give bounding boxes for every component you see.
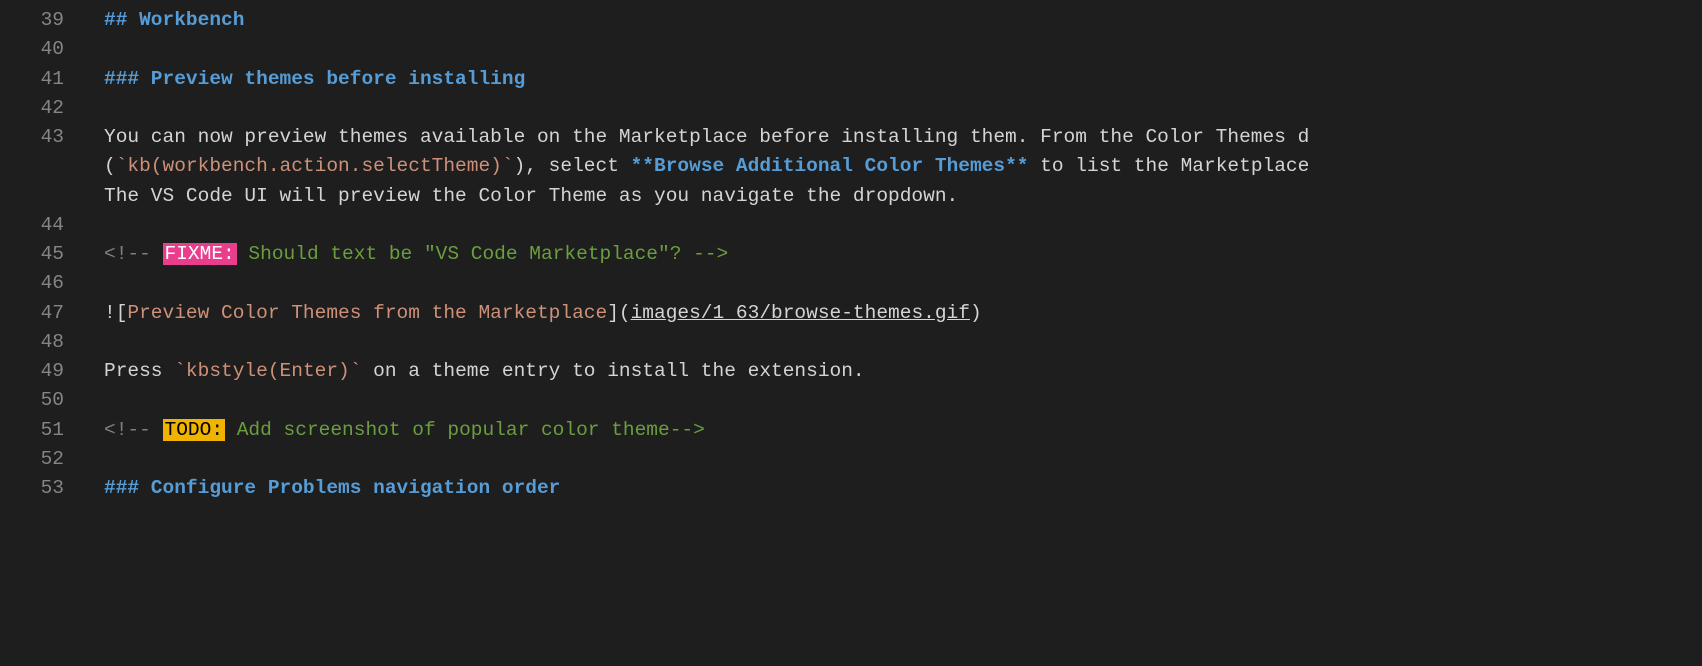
- code-line[interactable]: 39 ## Workbench: [0, 6, 1702, 35]
- code-line[interactable]: 48: [0, 328, 1702, 357]
- bold-marker: **: [631, 155, 654, 177]
- code-line[interactable]: 43 You can now preview themes available …: [0, 123, 1702, 152]
- code-content[interactable]: <!-- TODO: Add screenshot of popular col…: [74, 416, 1702, 445]
- comment-text: Should text be "VS Code Marketplace"? --…: [237, 243, 728, 265]
- code-content[interactable]: ![Preview Color Themes from the Marketpl…: [74, 299, 1702, 328]
- heading-text: ### Preview themes before installing: [104, 68, 525, 90]
- line-number: 52: [0, 445, 68, 474]
- text: You can now preview themes available on …: [104, 126, 1309, 148]
- code-content[interactable]: The VS Code UI will preview the Color Th…: [74, 182, 1702, 211]
- line-number: 46: [0, 269, 68, 298]
- text: to list the Marketplace: [1028, 155, 1309, 177]
- img-alt: Preview Color Themes from the Marketplac…: [127, 302, 607, 324]
- code-content[interactable]: ### Configure Problems navigation order: [74, 474, 1702, 503]
- code-content[interactable]: [74, 445, 1702, 474]
- heading-text: ## Workbench: [104, 9, 244, 31]
- img-bang: !: [104, 302, 116, 324]
- code-line[interactable]: 51 <!-- TODO: Add screenshot of popular …: [0, 416, 1702, 445]
- line-number: 47: [0, 299, 68, 328]
- line-number: 44: [0, 211, 68, 240]
- line-number: 50: [0, 386, 68, 415]
- code-content[interactable]: (`kb(workbench.action.selectTheme)`), se…: [74, 152, 1702, 181]
- line-number: 51: [0, 416, 68, 445]
- fixme-tag: FIXME:: [163, 243, 237, 265]
- todo-tag: TODO:: [163, 419, 226, 441]
- code-content[interactable]: <!-- FIXME: Should text be "VS Code Mark…: [74, 240, 1702, 269]
- heading-text: ### Configure Problems navigation order: [104, 477, 560, 499]
- code-content[interactable]: [74, 328, 1702, 357]
- text: Press: [104, 360, 174, 382]
- code-line[interactable]: 44: [0, 211, 1702, 240]
- code-content[interactable]: [74, 94, 1702, 123]
- code-line-wrap[interactable]: (`kb(workbench.action.selectTheme)`), se…: [0, 152, 1702, 181]
- line-number: 41: [0, 65, 68, 94]
- code-line[interactable]: 47 ![Preview Color Themes from the Marke…: [0, 299, 1702, 328]
- img-url[interactable]: images/1_63/browse-themes.gif: [631, 302, 970, 324]
- code-line[interactable]: 45 <!-- FIXME: Should text be "VS Code M…: [0, 240, 1702, 269]
- code-line[interactable]: 53 ### Configure Problems navigation ord…: [0, 474, 1702, 503]
- code-line[interactable]: 42: [0, 94, 1702, 123]
- code-content[interactable]: Press `kbstyle(Enter)` on a theme entry …: [74, 357, 1702, 386]
- line-number: 43: [0, 123, 68, 152]
- text: The VS Code UI will preview the Color Th…: [104, 185, 958, 207]
- line-number: 40: [0, 35, 68, 64]
- text: on a theme entry to install the extensio…: [361, 360, 864, 382]
- text: ), select: [514, 155, 631, 177]
- code-line[interactable]: 52: [0, 445, 1702, 474]
- comment-open: <!--: [104, 419, 163, 441]
- text: (: [104, 155, 116, 177]
- code-content[interactable]: [74, 269, 1702, 298]
- code-line[interactable]: 49 Press `kbstyle(Enter)` on a theme ent…: [0, 357, 1702, 386]
- code-content[interactable]: [74, 386, 1702, 415]
- code-line-wrap[interactable]: The VS Code UI will preview the Color Th…: [0, 182, 1702, 211]
- line-number: 45: [0, 240, 68, 269]
- comment-text: Add screenshot of popular color theme-->: [225, 419, 705, 441]
- code-content[interactable]: ### Preview themes before installing: [74, 65, 1702, 94]
- code-content[interactable]: [74, 35, 1702, 64]
- code-editor[interactable]: 39 ## Workbench 40 41 ### Preview themes…: [0, 0, 1702, 503]
- paren: (: [619, 302, 631, 324]
- bold-text: Browse Additional Color Themes: [654, 155, 1005, 177]
- code-content[interactable]: [74, 211, 1702, 240]
- code-content[interactable]: You can now preview themes available on …: [74, 123, 1702, 152]
- comment-open: <!--: [104, 243, 163, 265]
- inline-code: `kbstyle(Enter)`: [174, 360, 361, 382]
- inline-code: `kb(workbench.action.selectTheme)`: [116, 155, 514, 177]
- code-line[interactable]: 46: [0, 269, 1702, 298]
- bracket: [: [116, 302, 128, 324]
- bracket: ]: [607, 302, 619, 324]
- code-line[interactable]: 40: [0, 35, 1702, 64]
- code-line[interactable]: 41 ### Preview themes before installing: [0, 65, 1702, 94]
- code-content[interactable]: ## Workbench: [74, 6, 1702, 35]
- paren: ): [970, 302, 982, 324]
- bold-marker: **: [1005, 155, 1028, 177]
- line-number: 39: [0, 6, 68, 35]
- line-number: 53: [0, 474, 68, 503]
- line-number: 42: [0, 94, 68, 123]
- line-number: 48: [0, 328, 68, 357]
- code-line[interactable]: 50: [0, 386, 1702, 415]
- line-number: 49: [0, 357, 68, 386]
